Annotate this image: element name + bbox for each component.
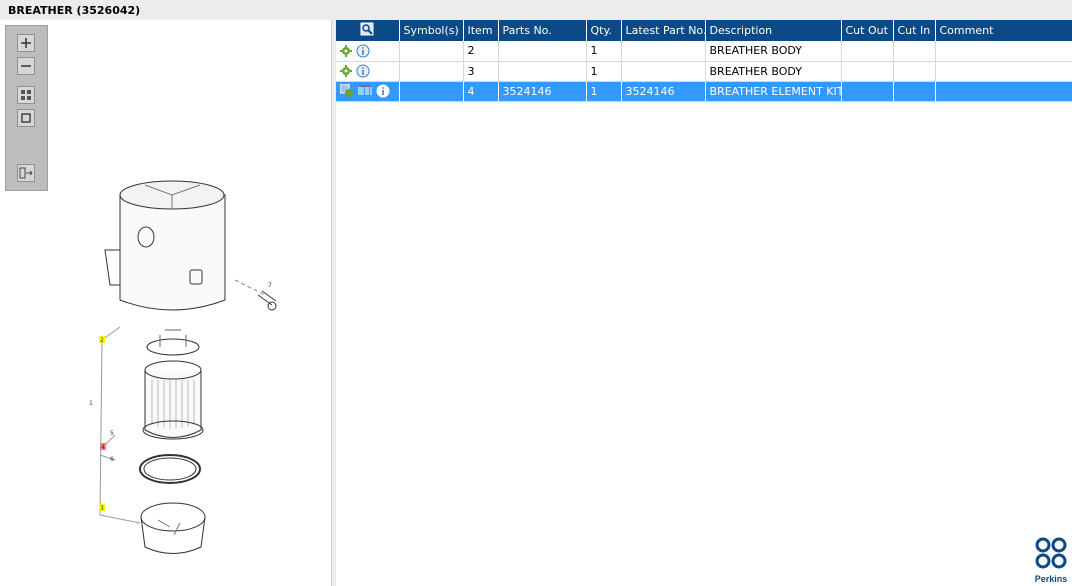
info-icon[interactable] bbox=[376, 84, 390, 98]
item-cell: 2 bbox=[463, 41, 499, 62]
qty-cell: 1 bbox=[586, 81, 622, 102]
magnifier-icon[interactable] bbox=[360, 22, 374, 36]
info-icon[interactable] bbox=[356, 44, 370, 58]
item-cell: 4 bbox=[463, 81, 499, 102]
description-cell: BREATHER ELEMENT KIT bbox=[705, 81, 842, 102]
window-title: BREATHER (3526042) bbox=[8, 4, 141, 17]
plus-icon bbox=[21, 38, 31, 48]
fit-window-button[interactable] bbox=[17, 109, 35, 127]
diagram-pane[interactable]: 2 1 4 5 6 3 7 bbox=[0, 20, 332, 586]
perkins-logo-mark-icon bbox=[1035, 537, 1067, 569]
list-arrow-icon bbox=[19, 167, 33, 179]
zoom-in-button[interactable] bbox=[17, 34, 35, 52]
latest-part-no-cell: 3524146 bbox=[621, 81, 706, 102]
barcode-icon[interactable] bbox=[358, 85, 372, 97]
fit-all-button[interactable] bbox=[17, 86, 35, 104]
table-row[interactable]: 2 1 BREATHER BODY bbox=[336, 41, 1072, 62]
zoom-toolbar bbox=[5, 25, 48, 191]
parts-list-pane: Symbol(s) Item Parts No. Qty. Latest Par… bbox=[336, 20, 1072, 586]
info-icon[interactable] bbox=[356, 64, 370, 78]
callout-2: 2 bbox=[100, 337, 104, 344]
comment-cell bbox=[935, 61, 1072, 82]
row-icons-cell bbox=[336, 41, 400, 62]
column-header-tools[interactable] bbox=[336, 20, 400, 41]
qty-cell: 1 bbox=[586, 41, 622, 62]
parts-no-cell bbox=[498, 41, 587, 62]
comment-cell bbox=[935, 81, 1072, 102]
description-cell: BREATHER BODY bbox=[705, 61, 842, 82]
parts-no-cell: 3524146 bbox=[498, 81, 587, 102]
symbols-cell bbox=[399, 81, 464, 102]
column-header-cut-out[interactable]: Cut Out bbox=[841, 20, 894, 41]
description-cell: BREATHER BODY bbox=[705, 41, 842, 62]
row-icons-cell bbox=[336, 81, 400, 102]
callout-3: 3 bbox=[100, 505, 104, 512]
column-header-latest-part-no[interactable]: Latest Part No. bbox=[621, 20, 706, 41]
symbols-cell bbox=[399, 61, 464, 82]
table-row[interactable]: 3 1 BREATHER BODY bbox=[336, 61, 1072, 82]
column-header-comment[interactable]: Comment bbox=[935, 20, 1072, 41]
latest-part-no-cell bbox=[621, 61, 706, 82]
table-row-selected[interactable]: 4 3524146 1 3524146 BREATHER ELEMENT KIT bbox=[336, 81, 1072, 102]
column-header-cut-in[interactable]: Cut In bbox=[893, 20, 936, 41]
cut-in-cell bbox=[893, 61, 936, 82]
cut-in-cell bbox=[893, 81, 936, 102]
column-header-item[interactable]: Item bbox=[463, 20, 499, 41]
callout-5: 5 bbox=[110, 430, 114, 437]
logo-text: Perkins bbox=[1034, 574, 1068, 584]
symbols-cell bbox=[399, 41, 464, 62]
window-title-bar: BREATHER (3526042) bbox=[0, 0, 1072, 20]
callout-6: 6 bbox=[110, 456, 114, 463]
column-header-symbols[interactable]: Symbol(s) bbox=[399, 20, 464, 41]
column-header-description[interactable]: Description bbox=[705, 20, 842, 41]
cut-out-cell bbox=[841, 81, 894, 102]
parts-no-cell bbox=[498, 61, 587, 82]
zoom-out-button[interactable] bbox=[17, 57, 35, 75]
exploded-parts-diagram[interactable]: 2 1 4 5 6 3 7 bbox=[60, 155, 290, 565]
callout-7: 7 bbox=[268, 282, 272, 289]
comment-cell bbox=[935, 41, 1072, 62]
qty-cell: 1 bbox=[586, 61, 622, 82]
gear-icon[interactable] bbox=[340, 44, 352, 57]
part-gear-icon[interactable] bbox=[340, 84, 354, 98]
callout-4: 4 bbox=[101, 444, 105, 451]
minus-icon bbox=[21, 65, 31, 67]
item-cell: 3 bbox=[463, 61, 499, 82]
list-view-button[interactable] bbox=[17, 164, 35, 182]
column-header-parts-no[interactable]: Parts No. bbox=[498, 20, 587, 41]
cut-out-cell bbox=[841, 61, 894, 82]
square-icon bbox=[21, 113, 31, 123]
gear-icon[interactable] bbox=[340, 65, 352, 77]
cut-in-cell bbox=[893, 41, 936, 62]
table-header-row: Symbol(s) Item Parts No. Qty. Latest Par… bbox=[336, 20, 1072, 41]
callout-1: 1 bbox=[89, 400, 93, 407]
parts-table: Symbol(s) Item Parts No. Qty. Latest Par… bbox=[336, 20, 1072, 102]
perkins-logo: Perkins bbox=[1032, 536, 1070, 584]
grid-icon bbox=[21, 90, 31, 100]
row-icons-cell bbox=[336, 61, 400, 82]
cut-out-cell bbox=[841, 41, 894, 62]
latest-part-no-cell bbox=[621, 41, 706, 62]
column-header-qty[interactable]: Qty. bbox=[586, 20, 622, 41]
